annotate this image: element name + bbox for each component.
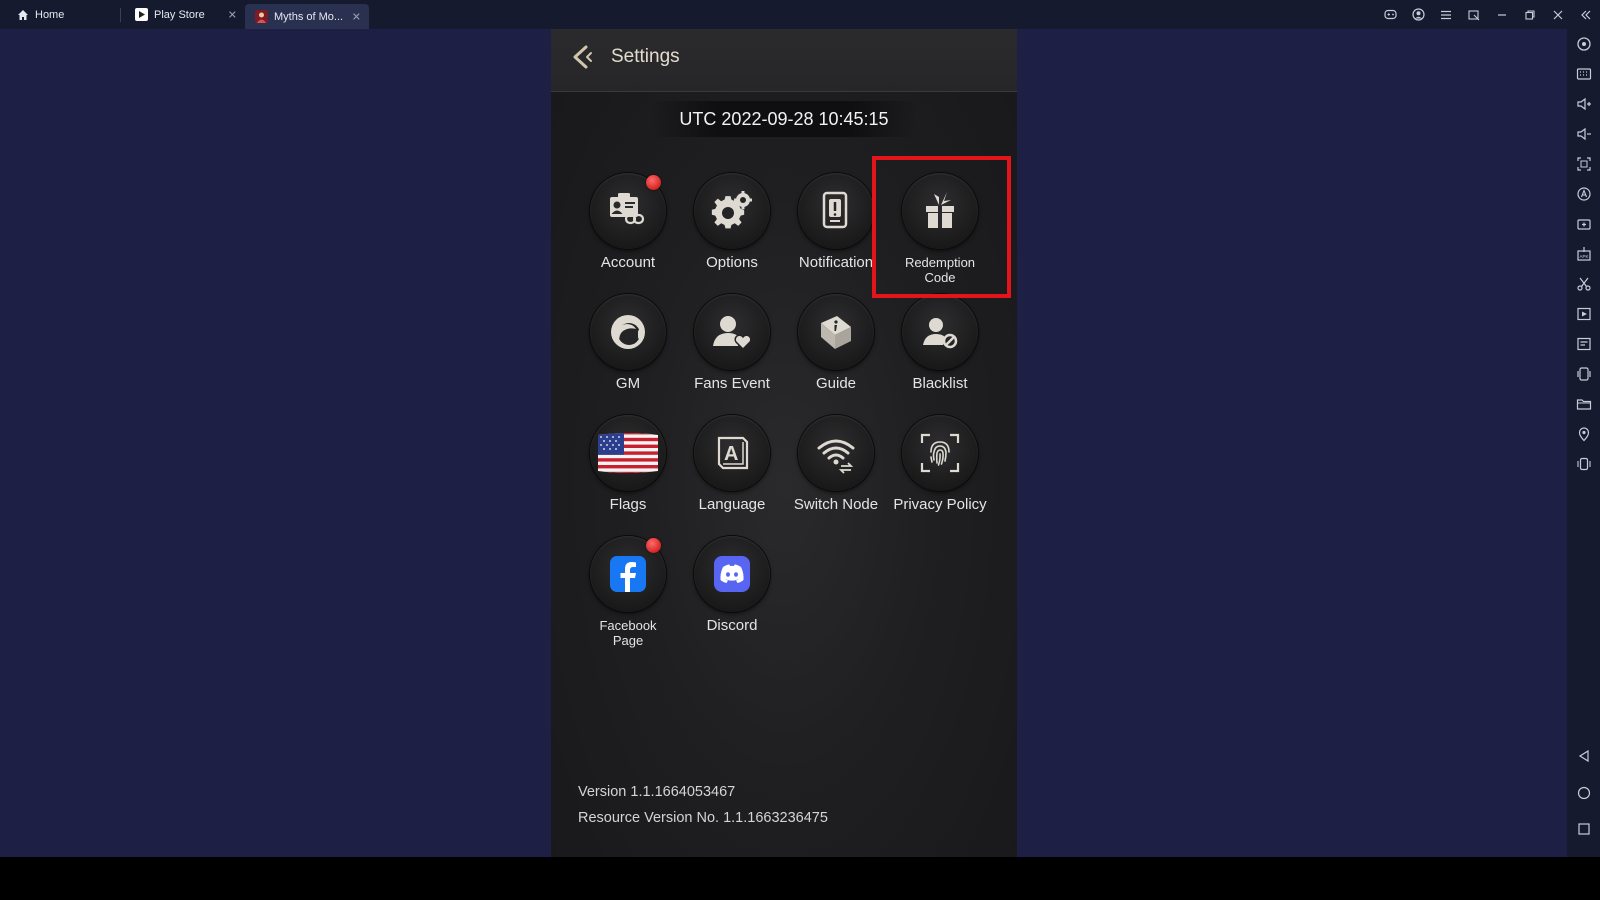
guide-label: Guide: [815, 375, 857, 392]
apk-install-icon[interactable]: APK: [1575, 245, 1593, 263]
version-text: Version 1.1.1664053467: [578, 784, 736, 800]
svg-text:A: A: [724, 443, 738, 465]
facebook-page-label: Facebook Page: [599, 618, 657, 648]
switch-node-label: Switch Node: [793, 496, 879, 513]
privacy-policy-label: Privacy Policy: [893, 496, 987, 513]
resource-version-text: Resource Version No. 1.1.1663236475: [578, 810, 828, 826]
play-store-icon: [135, 8, 148, 21]
window-controls: [1376, 0, 1600, 29]
language-label: Language: [698, 496, 766, 513]
close-icon[interactable]: ✕: [228, 8, 237, 21]
gamepad-icon[interactable]: [1376, 0, 1404, 29]
privacy-policy-button[interactable]: Privacy Policy: [888, 415, 992, 535]
us-flag-icon: [590, 415, 666, 491]
emulator-titlebar: Home Play Store ✕ Myths of Mo... ✕: [0, 0, 1600, 29]
wifi-icon: [798, 415, 874, 491]
restore-icon[interactable]: [1516, 0, 1544, 29]
tab-play-store[interactable]: Play Store ✕: [121, 0, 245, 29]
notification-badge: [646, 538, 661, 553]
folder-icon[interactable]: [1575, 395, 1593, 413]
gm-button[interactable]: GM: [576, 294, 680, 414]
tab-label: Myths of Mo...: [274, 10, 344, 23]
flags-label: Flags: [609, 496, 647, 513]
discord-label: Discord: [706, 617, 758, 634]
svg-text:APK: APK: [1580, 254, 1589, 259]
gm-label: GM: [615, 375, 641, 392]
discord-button[interactable]: Discord: [680, 536, 784, 656]
close-icon[interactable]: ✕: [352, 10, 361, 23]
snap-window-icon[interactable]: [1460, 0, 1488, 29]
keyboard-icon[interactable]: [1575, 65, 1593, 83]
recents-nav-icon[interactable]: [1575, 820, 1593, 838]
tab-home[interactable]: Home: [0, 0, 120, 29]
notification-icon: [798, 173, 874, 249]
volume-down-icon[interactable]: [1575, 125, 1593, 143]
headset-icon: [590, 294, 666, 370]
scissors-icon[interactable]: [1575, 275, 1593, 293]
gear-icon: [694, 173, 770, 249]
close-window-icon[interactable]: [1544, 0, 1572, 29]
options-button[interactable]: Options: [680, 173, 784, 293]
options-label: Options: [706, 254, 758, 271]
notification-badge: [646, 175, 661, 190]
collapse-sidebar-icon[interactable]: [1572, 0, 1600, 29]
utc-time: UTC 2022-09-28 10:45:15: [651, 101, 917, 137]
home-icon: [16, 8, 29, 21]
record-icon[interactable]: [1575, 305, 1593, 323]
multi-instance-icon[interactable]: [1575, 365, 1593, 383]
fingerprint-icon: [902, 415, 978, 491]
settings-icon[interactable]: [1575, 35, 1593, 53]
switch-node-button[interactable]: Switch Node: [784, 415, 888, 535]
language-icon: A: [694, 415, 770, 491]
shake-icon[interactable]: [1575, 455, 1593, 473]
tab-label: Play Store: [154, 8, 205, 21]
account-button[interactable]: Account: [576, 173, 680, 293]
tab-label: Home: [35, 8, 65, 21]
blacklist-icon: [902, 294, 978, 370]
flags-button[interactable]: Flags: [576, 415, 680, 535]
tab-myths-of-moonrise[interactable]: Myths of Mo... ✕: [245, 4, 369, 29]
language-button[interactable]: A Language: [680, 415, 784, 535]
blacklist-button[interactable]: Blacklist: [888, 294, 992, 414]
menu-icon[interactable]: [1432, 0, 1460, 29]
fans-icon: [694, 294, 770, 370]
discord-icon: [694, 536, 770, 612]
fans-event-label: Fans Event: [694, 375, 770, 392]
volume-up-icon[interactable]: [1575, 95, 1593, 113]
page-title: Settings: [611, 46, 680, 67]
guide-book-icon: [798, 294, 874, 370]
screenshot-icon[interactable]: [1575, 215, 1593, 233]
facebook-page-button[interactable]: Facebook Page: [576, 536, 680, 656]
account-circle-icon[interactable]: [1404, 0, 1432, 29]
home-nav-icon[interactable]: [1575, 784, 1593, 802]
account-label: Account: [600, 254, 656, 271]
minimize-icon[interactable]: [1488, 0, 1516, 29]
back-nav-icon[interactable]: [1575, 747, 1593, 765]
notes-icon[interactable]: [1575, 335, 1593, 353]
fans-event-button[interactable]: Fans Event: [680, 294, 784, 414]
fullscreen-icon[interactable]: [1575, 155, 1593, 173]
settings-panel: Settings UTC 2022-09-28 10:45:15 Account: [551, 29, 1017, 857]
emulator-sidebar: APK: [1567, 29, 1600, 857]
guide-button[interactable]: Guide: [784, 294, 888, 414]
settings-header: Settings: [551, 29, 1017, 92]
redemption-code-highlight-box: [872, 156, 1011, 298]
bottom-letterbox: [0, 857, 1600, 900]
game-icon: [255, 10, 268, 23]
macro-icon[interactable]: [1575, 185, 1593, 203]
location-icon[interactable]: [1575, 425, 1593, 443]
blacklist-label: Blacklist: [912, 375, 968, 392]
back-arrow-icon[interactable]: [569, 43, 597, 71]
